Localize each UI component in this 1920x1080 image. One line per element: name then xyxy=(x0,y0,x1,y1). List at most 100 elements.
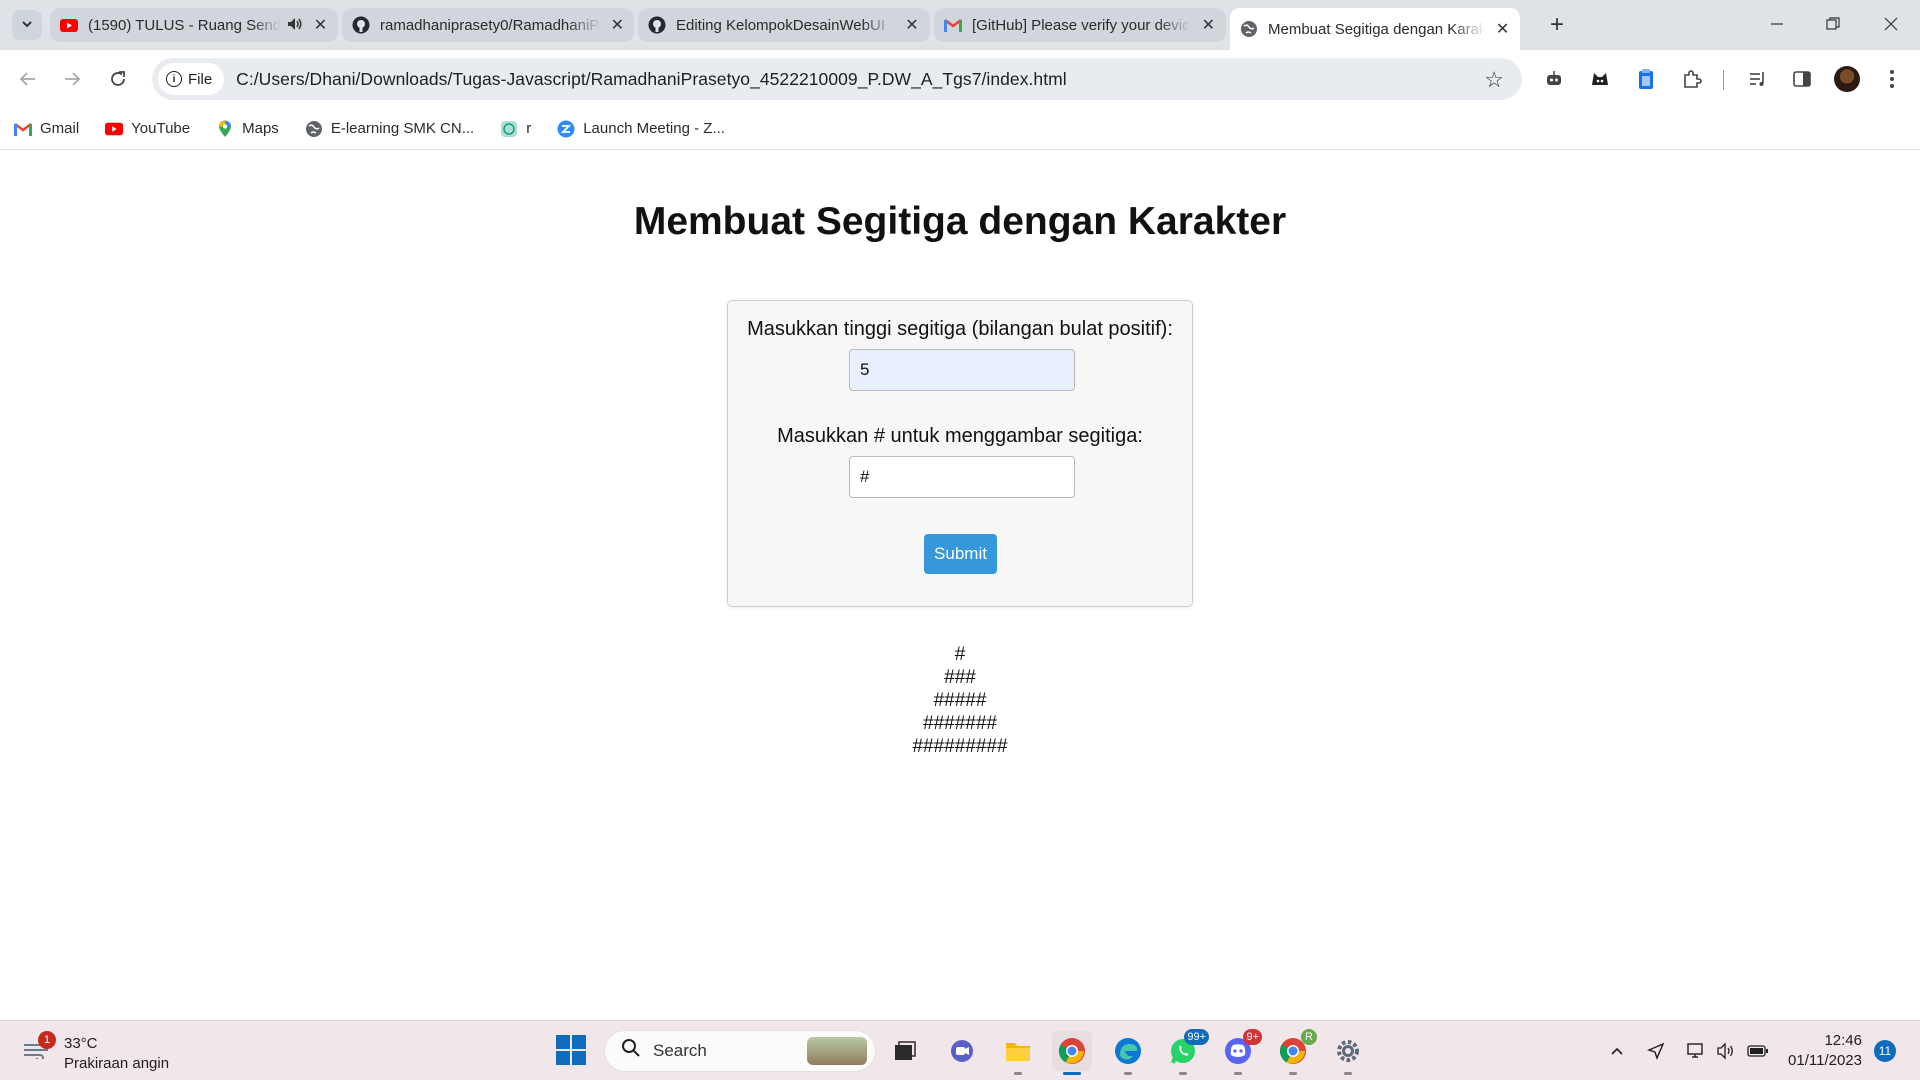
extension-robot-icon[interactable] xyxy=(1538,63,1570,95)
profile-avatar[interactable] xyxy=(1834,66,1860,92)
site-info-chip[interactable]: i File xyxy=(158,63,225,95)
tab-list: (1590) TULUS - Ruang Sendiri ✕ ramadhani… xyxy=(50,8,1524,50)
tab-gmail[interactable]: [GitHub] Please verify your device ✕ xyxy=(934,8,1226,42)
zoom-icon xyxy=(557,120,575,138)
info-icon: i xyxy=(166,71,182,87)
bookmark-maps[interactable]: Maps xyxy=(216,120,279,138)
battery-icon[interactable] xyxy=(1746,1039,1770,1063)
location-icon[interactable] xyxy=(1644,1039,1668,1063)
browser-tab-strip: (1590) TULUS - Ruang Sendiri ✕ ramadhani… xyxy=(0,0,1920,50)
chrome-profile-button[interactable]: R xyxy=(1273,1029,1317,1075)
running-indicator xyxy=(1014,1072,1022,1075)
windows-logo-tile xyxy=(556,1051,570,1065)
bookmark-label: Launch Meeting - Z... xyxy=(583,120,725,137)
windows-logo-tile xyxy=(572,1035,586,1049)
back-button[interactable] xyxy=(12,63,44,95)
running-indicator xyxy=(1344,1072,1352,1075)
browser-toolbar: i File C:/Users/Dhani/Downloads/Tugas-Ja… xyxy=(0,50,1920,108)
close-icon[interactable]: ✕ xyxy=(904,15,920,35)
bookmark-zoom[interactable]: Launch Meeting - Z... xyxy=(557,120,725,138)
extension-clipboard-icon[interactable] xyxy=(1630,63,1662,95)
arrow-left-icon xyxy=(19,72,35,86)
close-icon[interactable]: ✕ xyxy=(1201,15,1216,35)
chrome-profile-badge: R xyxy=(1301,1029,1317,1045)
arrow-right-icon xyxy=(65,72,81,86)
minimize-button[interactable] xyxy=(1754,8,1800,40)
bookmark-chatgpt[interactable]: r xyxy=(500,120,531,138)
taskbar-search[interactable]: Search xyxy=(604,1030,876,1072)
running-indicator xyxy=(1289,1072,1297,1075)
height-input[interactable] xyxy=(849,349,1075,391)
gmail-icon xyxy=(14,120,32,138)
gear-icon xyxy=(1337,1040,1359,1062)
youtube-icon xyxy=(60,16,78,34)
bookmark-label: Maps xyxy=(242,120,279,137)
tab-youtube[interactable]: (1590) TULUS - Ruang Sendiri ✕ xyxy=(50,8,338,42)
close-icon[interactable]: ✕ xyxy=(1495,19,1510,39)
maps-icon xyxy=(216,120,234,138)
bookmarks-bar: Gmail YouTube Maps E-learning SMK CN... … xyxy=(0,108,1920,150)
chevron-down-icon xyxy=(20,17,34,34)
chrome-button[interactable] xyxy=(1052,1031,1092,1075)
triangle-row: ######### xyxy=(912,736,1008,757)
chevron-up-icon[interactable] xyxy=(1605,1039,1629,1063)
running-indicator xyxy=(1124,1072,1132,1075)
url-text[interactable]: C:/Users/Dhani/Downloads/Tugas-Javascrip… xyxy=(236,69,1067,90)
web-page: Membuat Segitiga dengan Karakter Masukka… xyxy=(0,151,1920,1020)
address-bar[interactable]: i File C:/Users/Dhani/Downloads/Tugas-Ja… xyxy=(152,58,1522,100)
file-explorer-button[interactable] xyxy=(998,1031,1038,1075)
extensions-puzzle-icon[interactable] xyxy=(1676,63,1708,95)
submit-button[interactable]: Submit xyxy=(924,534,997,574)
settings-button[interactable] xyxy=(1328,1031,1368,1075)
clock-time: 12:46 xyxy=(1824,1032,1862,1049)
reload-button[interactable] xyxy=(102,63,134,95)
tab-search-button[interactable] xyxy=(12,10,42,40)
close-window-button[interactable] xyxy=(1868,8,1914,40)
task-view-button[interactable] xyxy=(885,1031,925,1071)
reload-icon xyxy=(111,71,125,86)
bookmark-label: Gmail xyxy=(40,120,80,137)
teams-chat-button[interactable] xyxy=(942,1031,982,1071)
weather-description: Prakiraan angin xyxy=(64,1055,170,1072)
triangle-form: Masukkan tinggi segitiga (bilangan bulat… xyxy=(727,300,1193,607)
running-indicator xyxy=(1063,1072,1081,1075)
triangle-row: # xyxy=(954,644,966,665)
bookmark-elearning[interactable]: E-learning SMK CN... xyxy=(305,120,474,138)
edge-button[interactable] xyxy=(1108,1031,1148,1075)
new-tab-button[interactable]: + xyxy=(1543,12,1571,40)
bookmark-gmail[interactable]: Gmail xyxy=(14,120,79,138)
youtube-icon xyxy=(105,120,124,138)
discord-badge: 9+ xyxy=(1243,1029,1262,1045)
gmail-icon xyxy=(944,16,962,34)
notification-badge[interactable]: 11 xyxy=(1874,1040,1896,1062)
speaker-icon[interactable] xyxy=(287,17,303,34)
volume-icon[interactable] xyxy=(1714,1039,1738,1063)
media-controls-icon[interactable] xyxy=(1742,63,1774,95)
close-icon[interactable]: ✕ xyxy=(313,15,328,35)
bookmark-youtube[interactable]: YouTube xyxy=(105,120,190,138)
forward-button[interactable] xyxy=(56,63,88,95)
toolbar-separator xyxy=(1723,70,1724,90)
tab-github-repo[interactable]: ramadhaniprasety0/RamadhaniPrasetyo ✕ xyxy=(342,8,634,42)
bookmark-star-icon[interactable]: ☆ xyxy=(1484,67,1504,93)
extension-cat-icon[interactable] xyxy=(1584,63,1616,95)
network-icon[interactable] xyxy=(1684,1039,1708,1063)
close-icon[interactable]: ✕ xyxy=(611,15,624,35)
start-button[interactable] xyxy=(556,1035,586,1065)
tab-active-page[interactable]: Membuat Segitiga dengan Karakter ✕ xyxy=(1230,8,1520,50)
side-panel-icon[interactable] xyxy=(1786,63,1818,95)
tab-title: Membuat Segitiga dengan Karakter xyxy=(1268,20,1486,38)
search-label: Search xyxy=(653,1041,707,1060)
tab-github-editing[interactable]: Editing KelompokDesainWebUI ✕ xyxy=(638,8,930,42)
weather-widget[interactable]: 1 33°C Prakiraan angin xyxy=(22,1031,182,1073)
restore-button[interactable] xyxy=(1810,8,1856,40)
whatsapp-button[interactable]: 99+ xyxy=(1163,1029,1209,1075)
system-clock[interactable]: 12:46 01/11/2023 xyxy=(1782,1031,1862,1071)
chatgpt-icon xyxy=(500,120,518,138)
char-input[interactable] xyxy=(849,456,1075,498)
discord-button[interactable]: 9+ xyxy=(1218,1029,1262,1075)
globe-icon xyxy=(305,120,323,138)
height-label: Masukkan tinggi segitiga (bilangan bulat… xyxy=(747,318,1173,340)
kebab-menu-icon[interactable] xyxy=(1876,63,1908,95)
github-icon xyxy=(648,16,666,34)
